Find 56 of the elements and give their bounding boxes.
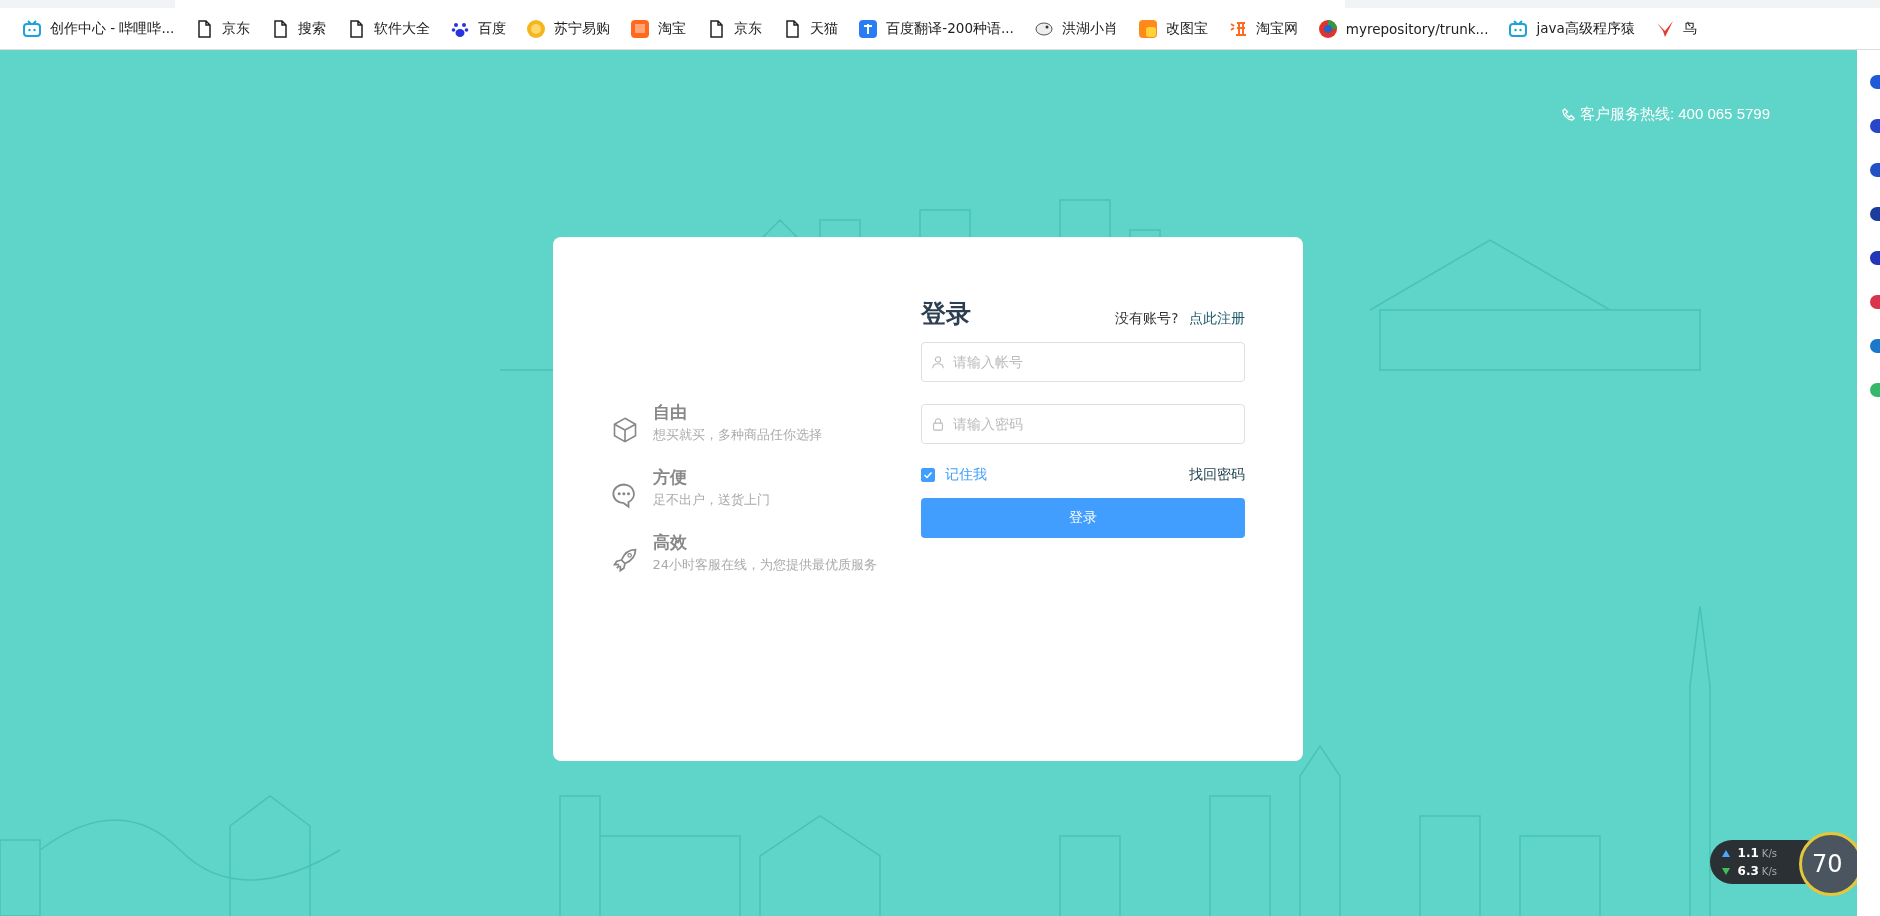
globe-icon bbox=[1317, 18, 1338, 39]
tv-icon bbox=[1508, 18, 1529, 39]
lion-icon bbox=[526, 18, 547, 39]
feature-title: 自由 bbox=[652, 401, 688, 424]
bookmark-item[interactable]: 改图宝 bbox=[1127, 12, 1218, 45]
register-link[interactable]: 点此注册 bbox=[1188, 310, 1245, 328]
bookmark-item[interactable]: 鸟 bbox=[1644, 12, 1707, 45]
bookmark-item[interactable]: 洪湖小肖 bbox=[1023, 12, 1128, 45]
checkmark-icon bbox=[921, 469, 934, 481]
bookmark-item[interactable]: 京东 bbox=[696, 12, 773, 45]
sidebar-app-icon[interactable] bbox=[1870, 251, 1880, 265]
rocket-icon bbox=[610, 546, 639, 574]
bookmark-item[interactable]: 天猫 bbox=[772, 12, 849, 45]
user-icon bbox=[930, 355, 945, 369]
feature-description: 想买就买，多种商品任你选择 bbox=[652, 426, 822, 444]
forgot-password-link[interactable]: 找回密码 bbox=[1188, 466, 1245, 484]
bookmark-item[interactable]: 京东 bbox=[184, 12, 261, 45]
feature-description: 24小时客服在线，为您提供最优质服务 bbox=[652, 556, 878, 574]
sidebar-app-icon[interactable] bbox=[1870, 339, 1880, 353]
shop-icon bbox=[630, 18, 651, 39]
sidebar-app-icon[interactable] bbox=[1870, 75, 1880, 89]
upload-speed: 1.1 bbox=[1737, 846, 1759, 860]
bookmark-item[interactable]: 搜索 bbox=[260, 12, 337, 45]
download-speed: 6.3 bbox=[1737, 864, 1759, 878]
remember-checkbox[interactable] bbox=[920, 468, 935, 482]
phone-icon bbox=[1560, 107, 1576, 122]
feature-title: 高效 bbox=[652, 531, 688, 554]
image-tool-icon bbox=[1137, 18, 1158, 39]
hotline-text: 客户服务热线: 400 065 5799 bbox=[1560, 105, 1770, 124]
bookmark-item[interactable]: 淘宝 bbox=[620, 12, 697, 45]
no-account-text: 没有账号? bbox=[1115, 310, 1179, 328]
gauge-percent: 70 bbox=[1812, 850, 1843, 878]
upload-unit: K/s bbox=[1761, 847, 1777, 859]
feature-description: 足不出户，送货上门 bbox=[652, 491, 770, 509]
bookmark-item[interactable]: 软件大全 bbox=[336, 12, 441, 45]
bookmark-item[interactable]: 苏宁易购 bbox=[516, 12, 621, 45]
tv-icon bbox=[22, 18, 42, 39]
sidebar-app-icon[interactable] bbox=[1870, 207, 1880, 221]
password-input-field[interactable]: 请输入密码 bbox=[920, 404, 1245, 444]
bookmark-item[interactable]: 百度 bbox=[440, 12, 517, 45]
account-input-field[interactable]: 请输入帐号 bbox=[920, 342, 1245, 382]
download-unit: K/s bbox=[1761, 865, 1777, 877]
bookmark-item[interactable]: 淘宝网 bbox=[1217, 12, 1308, 45]
bookmark-item[interactable]: 百度翻译-200种语... bbox=[848, 12, 1024, 45]
download-arrow-icon bbox=[1721, 867, 1730, 875]
bookmark-item[interactable]: 创作中心 - 哔哩哔... bbox=[12, 12, 185, 45]
bookmark-item[interactable]: java高级程序猿 bbox=[1498, 12, 1645, 45]
translate-icon bbox=[858, 18, 879, 39]
upload-arrow-icon bbox=[1721, 849, 1730, 857]
sidebar-app-icon[interactable] bbox=[1870, 119, 1880, 133]
bookmark-item[interactable]: myrepository/trunk... bbox=[1307, 12, 1499, 45]
lock-icon bbox=[930, 417, 945, 431]
login-title: 登录 bbox=[920, 298, 971, 330]
feature-title: 方便 bbox=[652, 466, 688, 489]
sidebar-app-icon[interactable] bbox=[1870, 295, 1880, 309]
sidebar-app-icon[interactable] bbox=[1870, 163, 1880, 177]
